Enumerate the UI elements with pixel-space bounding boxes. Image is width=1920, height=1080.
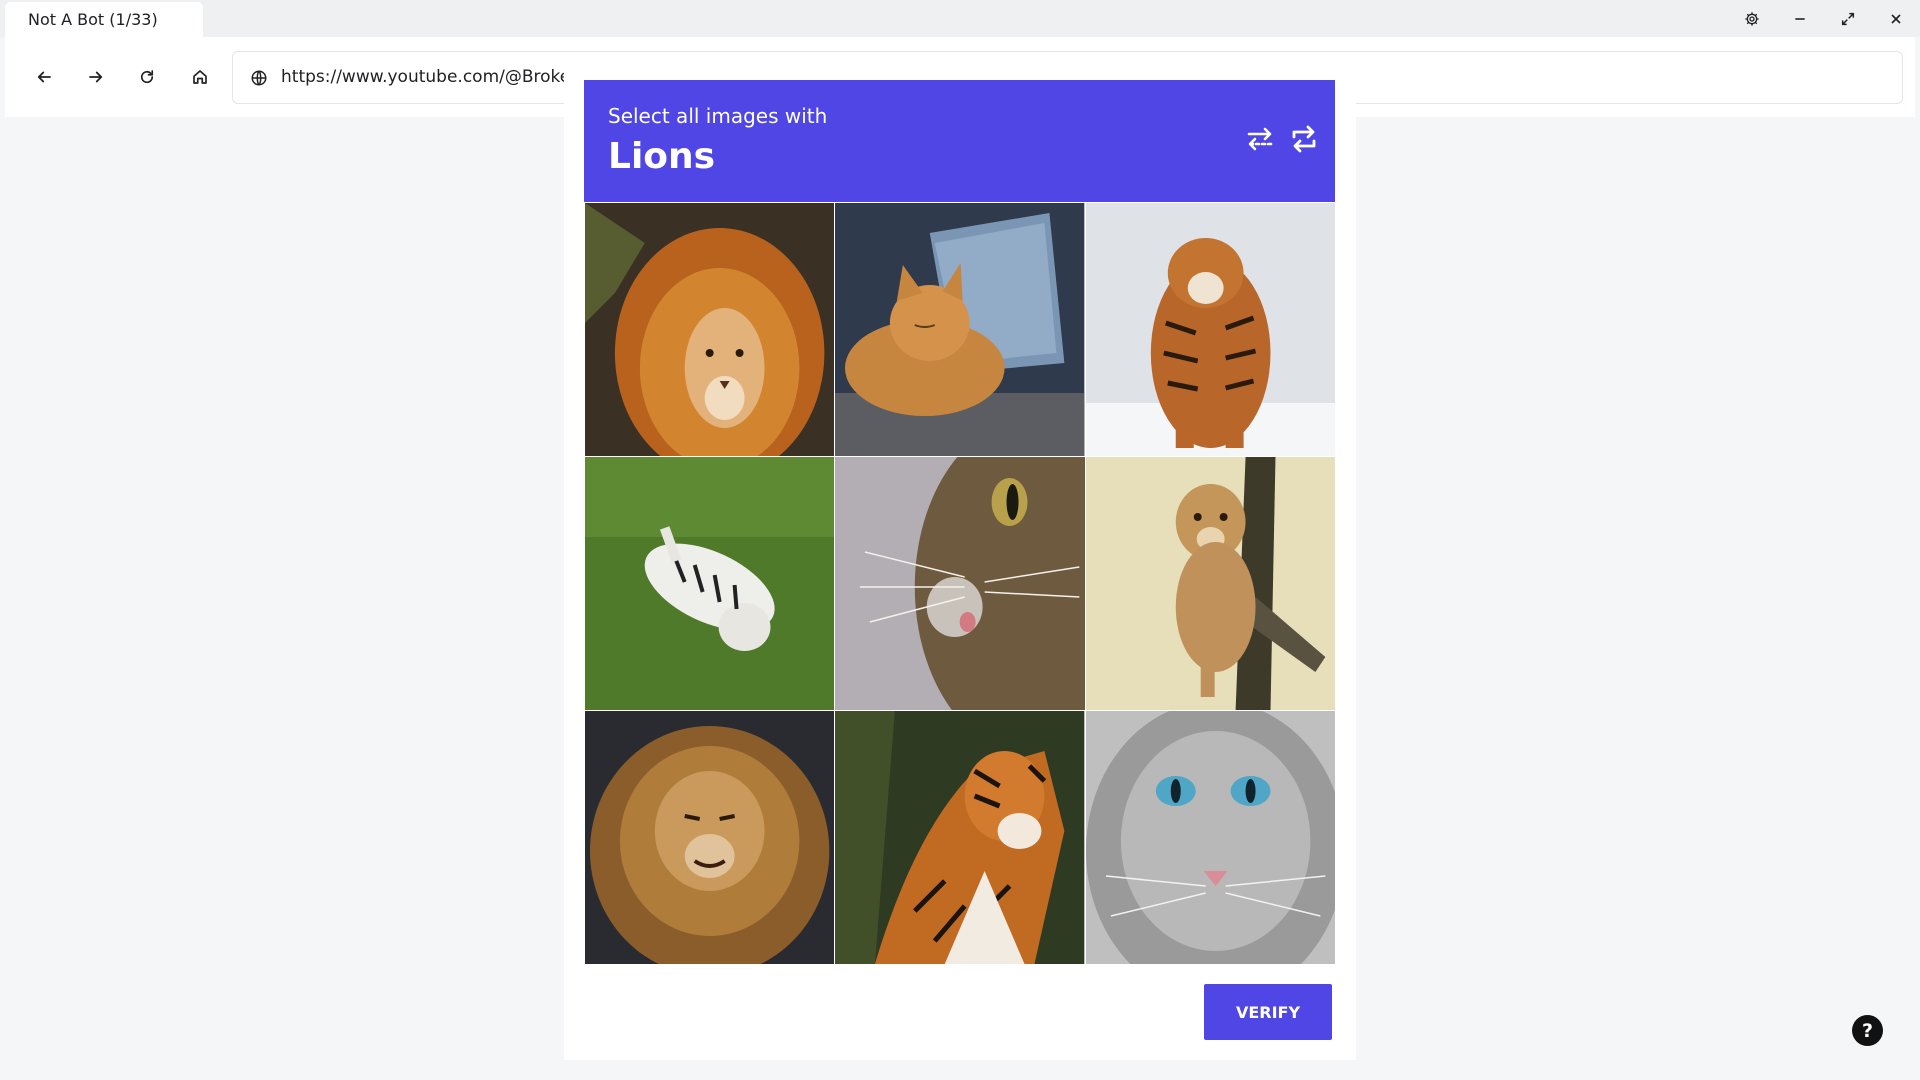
lion-image <box>585 711 835 964</box>
reload-icon <box>140 70 154 84</box>
close-button[interactable] <box>1872 0 1920 37</box>
forward-button[interactable] <box>76 57 116 97</box>
window-controls <box>1728 0 1920 37</box>
captcha-tile-8[interactable] <box>835 711 1085 964</box>
captcha-tile-3[interactable] <box>1085 203 1335 456</box>
url-text[interactable]: https://www.youtube.com/@BrokenBc <box>281 52 602 103</box>
lion-image <box>585 203 835 456</box>
captcha-image-grid <box>585 203 1335 964</box>
minimize-icon <box>1795 17 1805 20</box>
captcha-tile-9[interactable] <box>1085 711 1335 964</box>
arrow-right-icon <box>89 71 103 83</box>
maximize-button[interactable] <box>1824 0 1872 37</box>
expand-icon <box>1841 12 1855 25</box>
captcha-tile-5[interactable] <box>835 457 1085 710</box>
captcha-tile-1[interactable] <box>585 203 835 456</box>
audio-challenge-button[interactable] <box>1243 122 1277 156</box>
captcha-tile-2[interactable] <box>835 203 1085 456</box>
tiger-image <box>585 457 835 710</box>
back-button[interactable] <box>24 57 64 97</box>
reload-button[interactable] <box>127 57 167 97</box>
captcha-header: Select all images with Lions <box>584 80 1335 202</box>
home-button[interactable] <box>180 57 220 97</box>
help-button[interactable]: ? <box>1852 1015 1883 1046</box>
cat-image <box>835 457 1085 710</box>
captcha-tile-4[interactable] <box>585 457 835 710</box>
gear-icon <box>1745 11 1759 26</box>
tiger-image <box>835 711 1085 964</box>
minimize-button[interactable] <box>1776 0 1824 37</box>
cat-image <box>1085 711 1335 964</box>
refresh-challenge-button[interactable] <box>1287 122 1321 156</box>
verify-button[interactable]: VERIFY <box>1204 984 1332 1040</box>
captcha-modal: Select all images with Lions VERIFY <box>564 57 1356 1060</box>
tab-title: Not A Bot (1/33) <box>28 10 158 29</box>
cat-image <box>835 203 1085 456</box>
globe-icon <box>251 70 267 86</box>
title-bar: Not A Bot (1/33) <box>0 0 1920 37</box>
arrow-left-icon <box>37 71 51 83</box>
settings-button[interactable] <box>1728 0 1776 37</box>
captcha-prompt: Select all images with <box>608 104 828 128</box>
captcha-tile-7[interactable] <box>585 711 835 964</box>
lion-image <box>1085 457 1335 710</box>
swap-arrows-icon <box>1247 127 1273 151</box>
browser-tab[interactable]: Not A Bot (1/33) <box>5 2 203 37</box>
refresh-icon <box>1292 125 1316 153</box>
home-icon <box>193 70 207 84</box>
captcha-target: Lions <box>608 136 716 177</box>
captcha-tile-6[interactable] <box>1085 457 1335 710</box>
close-icon <box>1891 13 1901 24</box>
tiger-image <box>1085 203 1335 456</box>
